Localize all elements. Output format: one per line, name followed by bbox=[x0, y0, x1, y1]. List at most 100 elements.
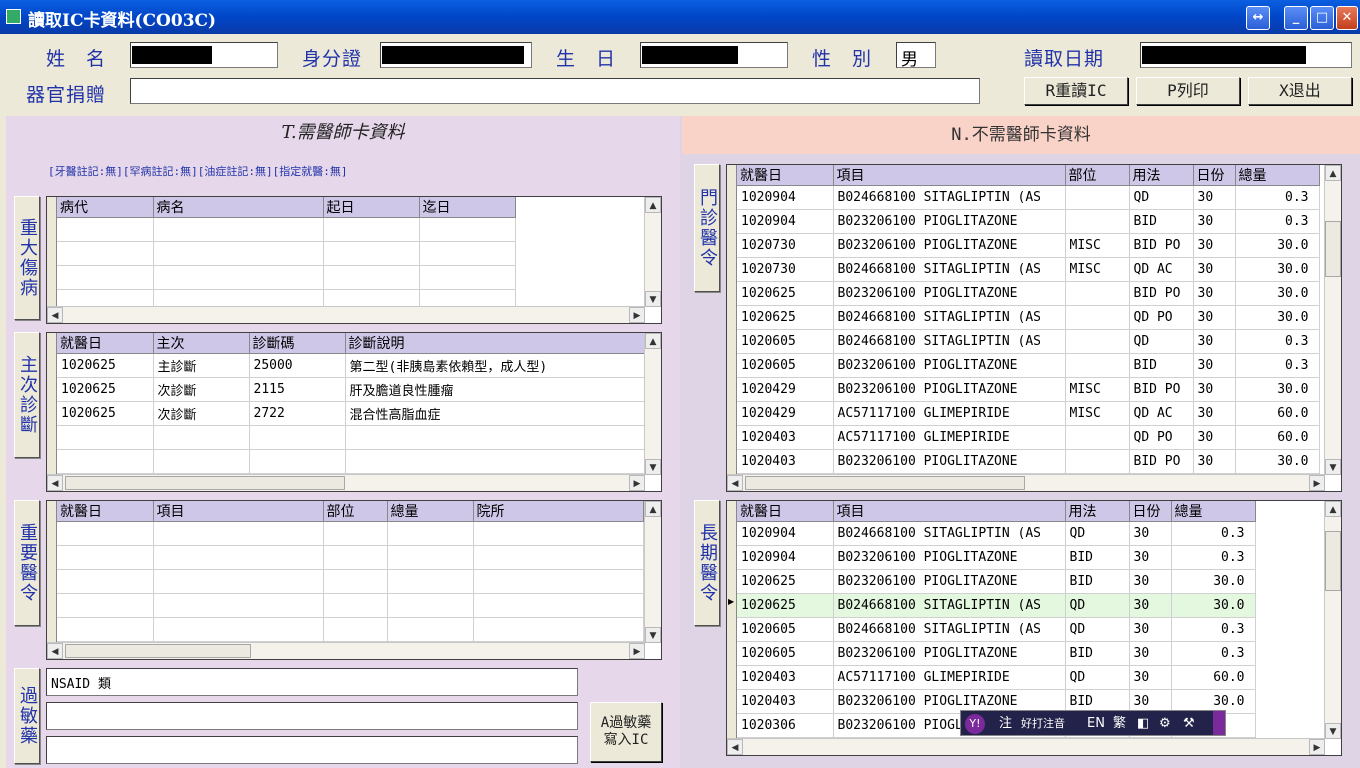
ime-mode[interactable]: 注 bbox=[999, 711, 1012, 737]
close-button[interactable]: ✕ bbox=[1336, 6, 1358, 30]
column-header[interactable]: 部位 bbox=[323, 501, 388, 522]
outpatient-orders-grid[interactable]: 就醫日 項目 部位 用法 日份 總量 1020904 B024668100 SITAGLIPT… bbox=[726, 164, 1342, 492]
column-header[interactable]: 就醫日 bbox=[57, 501, 154, 522]
table-row[interactable] bbox=[57, 569, 644, 594]
birth-field[interactable] bbox=[640, 42, 788, 68]
table-row[interactable]: 1020625 B024668100 SITAGLIPTIN (AS QD PO 30… bbox=[737, 305, 1320, 330]
table-row[interactable] bbox=[57, 449, 646, 474]
table-cell: 次診斷 bbox=[153, 401, 250, 426]
sex-field[interactable]: 男 bbox=[896, 42, 936, 70]
print-button[interactable]: P列印 bbox=[1136, 77, 1240, 105]
column-header[interactable]: 項目 bbox=[153, 501, 324, 522]
column-header[interactable]: 起日 bbox=[323, 197, 420, 218]
name-field[interactable] bbox=[130, 42, 278, 68]
ime-toolbar[interactable]: Y! 注 好打注音 EN 繁 ◧ ⚙ ⚒ bbox=[960, 710, 1226, 736]
table-cell: B023206100 PIOGLITAZONE bbox=[833, 233, 1066, 258]
table-row[interactable]: 1020429 B023206100 PIOGLITAZONE MISC BID PO… bbox=[737, 377, 1320, 402]
minimize-button[interactable]: _ bbox=[1284, 6, 1308, 30]
column-header[interactable]: 日份 bbox=[1193, 165, 1236, 186]
column-header[interactable]: 就醫日 bbox=[57, 333, 154, 354]
table-row[interactable]: 1020403 B023206100 PIOGLITAZONE BID PO 30 30… bbox=[737, 449, 1320, 474]
allergy-field-2[interactable] bbox=[46, 702, 578, 730]
table-row[interactable] bbox=[57, 593, 644, 618]
table-row[interactable]: 1020429 AC57117100 GLIMEPIRIDE MISC QD AC 30… bbox=[737, 401, 1320, 426]
settings-icon[interactable]: ⚙ bbox=[1159, 711, 1171, 737]
table-row[interactable] bbox=[57, 425, 646, 450]
column-header[interactable]: 日份 bbox=[1129, 501, 1172, 522]
id-field[interactable] bbox=[380, 42, 532, 68]
maximize-button[interactable]: □ bbox=[1310, 6, 1334, 30]
table-row[interactable]: 1020625 主診斷 25000 第二型(非胰島素依賴型，成人型) bbox=[57, 353, 646, 378]
table-row[interactable]: 1020625 B024668100 SITAGLIPTIN (AS QD 30 30.… bbox=[737, 593, 1256, 618]
column-header[interactable]: 總量 bbox=[1171, 501, 1256, 522]
diagnosis-button[interactable]: 主次診斷 bbox=[14, 332, 40, 458]
table-row[interactable]: 1020605 B023206100 PIOGLITAZONE BID 30 0.3 bbox=[737, 641, 1256, 666]
table-row[interactable] bbox=[57, 617, 644, 642]
longterm-orders-button[interactable]: 長期醫令 bbox=[694, 500, 720, 626]
column-header[interactable]: 用法 bbox=[1065, 501, 1130, 522]
major-illness-button[interactable]: 重大傷病 bbox=[14, 196, 40, 320]
exit-button[interactable]: X退出 bbox=[1248, 77, 1352, 105]
table-cell bbox=[419, 217, 516, 242]
table-row[interactable]: 1020403 AC57117100 GLIMEPIRIDE QD 30 60.0 bbox=[737, 665, 1256, 690]
fullwidth-icon[interactable]: ◧ bbox=[1137, 711, 1149, 737]
column-header[interactable]: 部位 bbox=[1065, 165, 1130, 186]
table-row[interactable]: 1020605 B024668100 SITAGLIPTIN (AS QD 30 0.3 bbox=[737, 329, 1320, 354]
table-cell: 30 bbox=[1129, 665, 1172, 690]
table-cell: B023206100 PIOGLITAZONE bbox=[833, 209, 1066, 234]
table-cell: BID PO bbox=[1129, 377, 1194, 402]
ime-lang[interactable]: EN bbox=[1087, 711, 1105, 737]
allergy-field-3[interactable] bbox=[46, 736, 578, 764]
table-row[interactable] bbox=[57, 521, 644, 546]
major-illness-grid[interactable]: 病代 病名 起日 迄日 ▲ ▼ ◀ ▶ bbox=[46, 196, 662, 324]
table-row[interactable]: 1020904 B024668100 SITAGLIPTIN (AS QD 30 0.3 bbox=[737, 521, 1256, 546]
column-header[interactable]: 用法 bbox=[1129, 165, 1194, 186]
table-row[interactable]: 1020904 B023206100 PIOGLITAZONE BID 30 0.3 bbox=[737, 545, 1256, 570]
outpatient-orders-button[interactable]: 門診醫令 bbox=[694, 164, 720, 292]
column-header[interactable]: 就醫日 bbox=[737, 501, 834, 522]
ime-traditional[interactable]: 繁 bbox=[1113, 711, 1126, 737]
column-header[interactable]: 病名 bbox=[153, 197, 324, 218]
column-header[interactable]: 項目 bbox=[833, 165, 1066, 186]
table-cell: B024668100 SITAGLIPTIN (AS bbox=[833, 593, 1066, 618]
table-row[interactable]: 1020605 B024668100 SITAGLIPTIN (AS QD 30 0.3 bbox=[737, 617, 1256, 642]
tool-icon[interactable]: ⚒ bbox=[1183, 711, 1195, 737]
important-orders-button[interactable]: 重要醫令 bbox=[14, 500, 40, 626]
table-cell: 1020403 bbox=[737, 449, 834, 474]
allergy-field-1[interactable]: NSAID 類 bbox=[46, 668, 578, 696]
table-cell: 30.0 bbox=[1171, 593, 1256, 618]
column-header[interactable]: 迄日 bbox=[419, 197, 516, 218]
column-header[interactable]: 就醫日 bbox=[737, 165, 834, 186]
readdate-field[interactable] bbox=[1140, 42, 1352, 68]
table-row[interactable]: 1020625 B023206100 PIOGLITAZONE BID 30 30.0 bbox=[737, 569, 1256, 594]
table-row[interactable]: 1020625 次診斷 2115 肝及膽道良性腫瘤 bbox=[57, 377, 646, 402]
allergy-button[interactable]: 過敏藥 bbox=[14, 668, 40, 764]
column-header[interactable]: 總量 bbox=[1235, 165, 1320, 186]
table-row[interactable]: 1020403 AC57117100 GLIMEPIRIDE QD PO 30 60.0 bbox=[737, 425, 1320, 450]
table-row[interactable] bbox=[57, 217, 516, 242]
table-row[interactable]: 1020730 B024668100 SITAGLIPTIN (AS MISC QD … bbox=[737, 257, 1320, 282]
column-header[interactable]: 病代 bbox=[57, 197, 154, 218]
switch-icon[interactable]: ↔ bbox=[1246, 6, 1270, 30]
table-row[interactable]: 1020904 B024668100 SITAGLIPTIN (AS QD 30 0.3 bbox=[737, 185, 1320, 210]
table-row[interactable]: 1020605 B023206100 PIOGLITAZONE BID 30 0.3 bbox=[737, 353, 1320, 378]
table-row[interactable]: 1020625 次診斷 2722 混合性高脂血症 bbox=[57, 401, 646, 426]
table-row[interactable] bbox=[57, 265, 516, 290]
write-allergy-ic-button[interactable]: A過敏藥 寫入IC bbox=[590, 702, 662, 762]
table-row[interactable]: 1020904 B023206100 PIOGLITAZONE BID 30 0.3 bbox=[737, 209, 1320, 234]
important-orders-grid[interactable]: 就醫日 項目 部位 總量 院所 ▲ ▼ ◀ ▶ bbox=[46, 500, 662, 660]
organ-field[interactable] bbox=[130, 78, 980, 104]
column-header[interactable]: 主次 bbox=[153, 333, 250, 354]
column-header[interactable]: 院所 bbox=[473, 501, 644, 522]
table-row[interactable] bbox=[57, 241, 516, 266]
table-row[interactable]: 1020730 B023206100 PIOGLITAZONE MISC BID PO… bbox=[737, 233, 1320, 258]
table-row[interactable] bbox=[57, 545, 644, 570]
table-cell: B023206100 PIOGLITAZONE bbox=[833, 545, 1066, 570]
column-header[interactable]: 診斷碼 bbox=[249, 333, 346, 354]
table-row[interactable]: 1020625 B023206100 PIOGLITAZONE BID PO 30 30… bbox=[737, 281, 1320, 306]
column-header[interactable]: 診斷說明 bbox=[345, 333, 646, 354]
reread-ic-button[interactable]: R重讀IC bbox=[1024, 77, 1128, 105]
diagnosis-grid[interactable]: 就醫日 主次 診斷碼 診斷說明 1020625 主診斷 25000 第二型(非胰島素依賴型，成… bbox=[46, 332, 662, 492]
column-header[interactable]: 項目 bbox=[833, 501, 1066, 522]
column-header[interactable]: 總量 bbox=[387, 501, 474, 522]
